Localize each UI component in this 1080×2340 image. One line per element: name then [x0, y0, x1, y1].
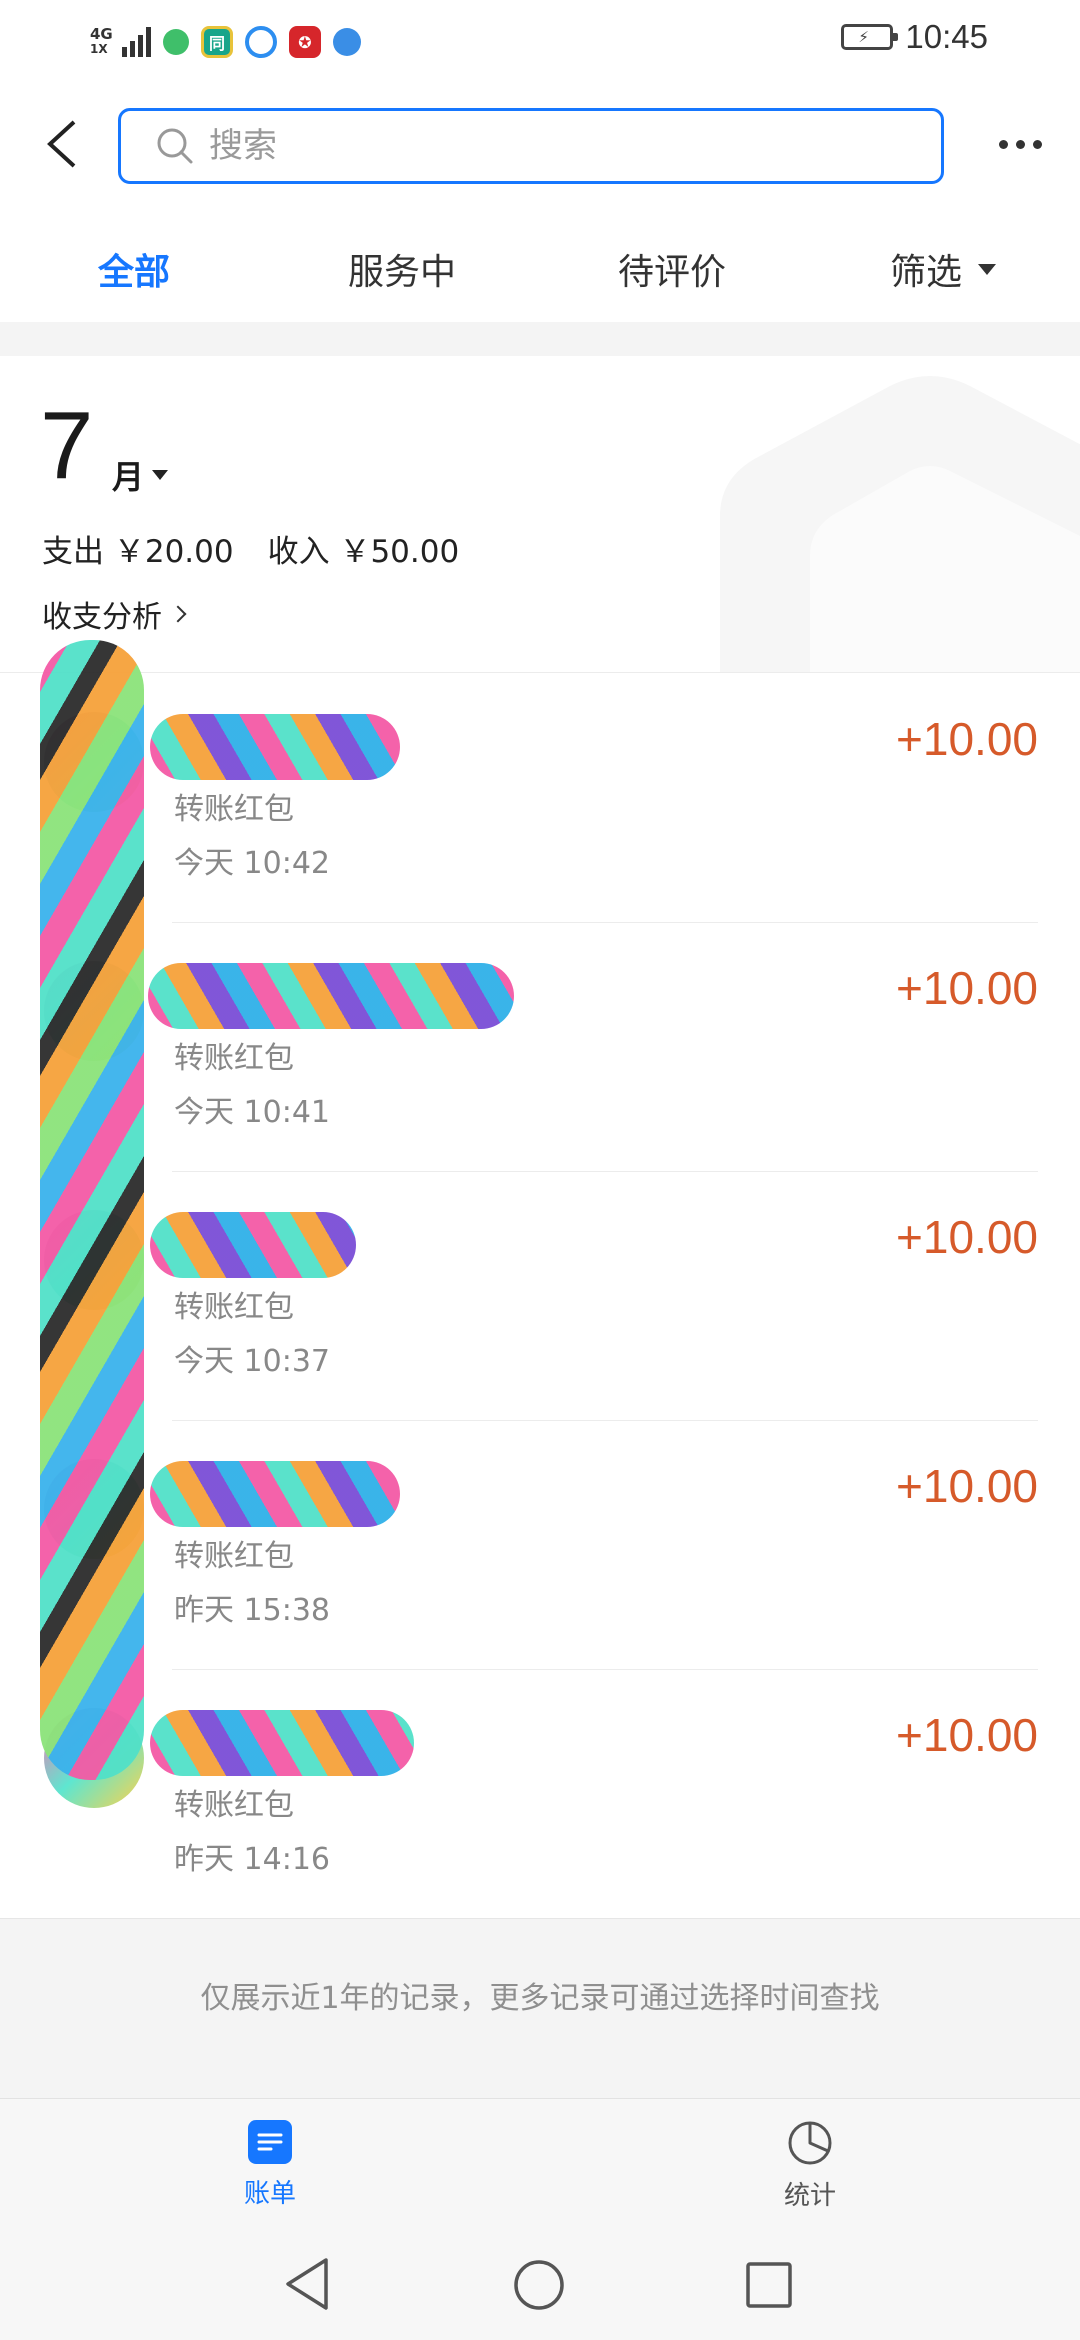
citic-bank-icon: ✪	[289, 26, 321, 58]
transaction-row[interactable]: 转账红包 昨天 14:16 +10.00	[0, 1670, 1080, 1919]
month-unit-label: 月	[112, 458, 145, 496]
header	[0, 84, 1080, 204]
transaction-time: 今天 10:42	[174, 846, 330, 881]
income-expense-analysis-link[interactable]: 收支分析	[42, 592, 187, 636]
pie-chart-icon	[788, 2121, 832, 2165]
month-number: 7	[40, 392, 94, 499]
battery-icon: ⚡	[841, 24, 899, 50]
system-recents-icon[interactable]	[744, 2260, 794, 2310]
wechat-notification-icon	[163, 29, 189, 55]
transaction-amount: +10.00	[896, 962, 1038, 1014]
network-type: 4G	[90, 25, 113, 43]
bill-icon	[248, 2120, 292, 2164]
transaction-type: 转账红包	[174, 792, 294, 827]
more-dot-icon	[998, 139, 1008, 149]
back-button[interactable]	[36, 114, 96, 174]
transaction-amount: +10.00	[896, 1460, 1038, 1512]
tab-label: 筛选	[890, 252, 963, 293]
network-indicator: 4G 1X	[90, 25, 113, 57]
transaction-row[interactable]: 转账红包 今天 10:37 +10.00	[0, 1172, 1080, 1421]
redacted-name	[150, 1710, 414, 1776]
divider	[0, 672, 1080, 673]
tab-all[interactable]: 全部	[98, 224, 170, 314]
tab-to-review[interactable]: 待评价	[618, 224, 726, 314]
month-summary: 7 月 支出 ￥20.00 收入 ￥50.00 收支分析	[0, 356, 1080, 672]
section-separator	[0, 322, 1080, 356]
expense-total: 支出 ￥20.00	[42, 534, 234, 570]
transaction-row[interactable]: 转账红包 今天 10:42 +10.00	[0, 674, 1080, 923]
search-box[interactable]	[118, 108, 944, 184]
transaction-time: 昨天 14:16	[174, 1842, 330, 1877]
income-total: 收入 ￥50.00	[267, 534, 460, 570]
tongcheng-app-icon: 同	[201, 26, 233, 58]
nav-bill[interactable]: 账单	[190, 2119, 350, 2210]
redaction-overlay	[40, 640, 144, 1780]
transaction-type: 转账红包	[174, 1290, 294, 1325]
more-dot-icon	[1032, 139, 1042, 149]
transaction-row[interactable]: 转账红包 今天 10:41 +10.00	[0, 923, 1080, 1172]
redacted-name	[150, 1461, 400, 1527]
system-home-icon[interactable]	[512, 2258, 566, 2312]
filter-tabs: 全部 服务中 待评价 筛选	[0, 224, 1080, 314]
network-subtype: 1X	[90, 42, 108, 56]
transaction-amount: +10.00	[896, 1211, 1038, 1263]
bottom-nav: 账单 统计	[0, 2098, 1080, 2228]
transaction-list: 转账红包 今天 10:42 +10.00 转账红包 今天 10:41 +10.0…	[0, 674, 1080, 1919]
status-bar: 4G 1X 同 ✪ ⚡ 10:45	[0, 0, 1080, 84]
status-icons-left: 4G 1X 同 ✪	[90, 20, 361, 64]
transaction-amount: +10.00	[896, 1709, 1038, 1761]
redacted-name	[150, 714, 400, 780]
transaction-time: 今天 10:37	[174, 1344, 330, 1379]
nav-stats[interactable]: 统计	[730, 2119, 890, 2212]
tab-label: 全部	[98, 252, 171, 293]
redacted-name	[150, 1212, 356, 1278]
system-nav-bar	[0, 2228, 1080, 2340]
nav-stats-label: 统计	[783, 2181, 836, 2211]
globe-app-icon	[333, 28, 361, 56]
month-totals: 支出 ￥20.00 收入 ￥50.00	[42, 526, 459, 571]
tab-filter[interactable]: 筛选	[890, 224, 997, 314]
tab-label: 待评价	[618, 252, 727, 293]
footer-note: 仅展示近1年的记录，更多记录可通过选择时间查找	[200, 1981, 880, 2016]
browser-app-icon	[245, 26, 277, 58]
transaction-time: 昨天 15:38	[174, 1593, 330, 1628]
search-icon	[157, 128, 193, 164]
chevron-left-icon	[47, 120, 76, 168]
chevron-right-icon	[169, 605, 187, 623]
caret-down-icon	[152, 470, 169, 480]
transaction-time: 今天 10:41	[174, 1095, 330, 1130]
more-options-button[interactable]	[990, 124, 1050, 164]
signal-icon	[122, 27, 151, 57]
nav-bill-label: 账单	[243, 2179, 296, 2209]
transaction-type: 转账红包	[174, 1788, 294, 1823]
more-dot-icon	[1015, 139, 1025, 149]
tab-label: 服务中	[348, 252, 457, 293]
search-input[interactable]	[209, 126, 849, 166]
status-icons-right: ⚡ 10:45	[841, 18, 988, 56]
redacted-name	[148, 963, 514, 1029]
transaction-type: 转账红包	[174, 1539, 294, 1574]
tab-in-service[interactable]: 服务中	[348, 224, 456, 314]
status-time: 10:45	[905, 18, 988, 55]
background-decoration	[720, 376, 1080, 672]
transaction-type: 转账红包	[174, 1041, 294, 1076]
caret-down-icon	[978, 263, 997, 275]
transaction-row[interactable]: 转账红包 昨天 15:38 +10.00	[0, 1421, 1080, 1670]
month-selector[interactable]: 月	[112, 452, 169, 498]
system-back-icon[interactable]	[282, 2256, 332, 2312]
footer-note-area: 仅展示近1年的记录，更多记录可通过选择时间查找	[0, 1918, 1080, 2098]
transaction-amount: +10.00	[896, 713, 1038, 765]
analysis-label: 收支分析	[42, 600, 162, 635]
